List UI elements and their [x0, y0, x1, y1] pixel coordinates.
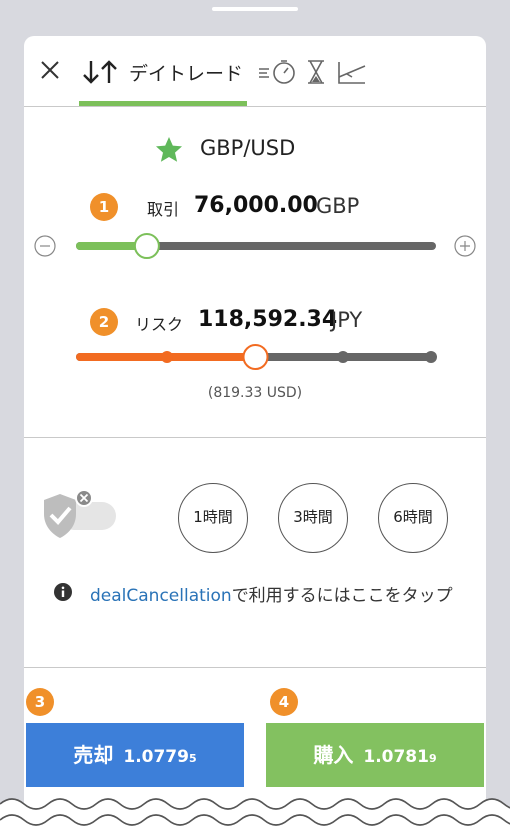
trade-size-slider[interactable]: [24, 230, 486, 262]
risk-unit: JPY: [331, 308, 363, 332]
risk-secondary-value: (819.33 USD): [207, 385, 303, 401]
sell-price: 1.0779: [123, 747, 189, 767]
time-option-6h[interactable]: 6時間: [378, 483, 448, 553]
torn-edge-decoration: [0, 798, 510, 835]
risk-slider[interactable]: [24, 341, 486, 373]
sort-arrows-icon: [83, 60, 117, 84]
time-option-3h[interactable]: 3時間: [278, 483, 348, 553]
close-icon[interactable]: [38, 58, 62, 82]
trade-ticket-screen: デイトレード GBP/USD 1 取引 76,000.00 GBP 2 リスク …: [24, 36, 486, 816]
risk-label: リスク: [135, 315, 184, 334]
risk-tick: [425, 351, 437, 363]
section-divider: [24, 667, 486, 668]
section-divider: [24, 437, 486, 438]
chart-limit-icon[interactable]: [336, 58, 368, 86]
trade-size-label: 取引: [147, 200, 180, 219]
plus-circle-icon[interactable]: [454, 235, 476, 257]
shield-check-icon[interactable]: [40, 488, 120, 548]
step-badge-3: 3: [26, 688, 54, 716]
risk-tick: [161, 351, 173, 363]
buy-price: 1.0781: [363, 747, 429, 767]
star-icon[interactable]: [154, 135, 184, 165]
instrument-name: GBP/USD: [200, 136, 296, 160]
info-icon: [54, 583, 72, 601]
risk-slider-thumb: [242, 344, 269, 370]
step-badge-2: 2: [90, 308, 118, 336]
tab-day-trade[interactable]: デイトレード: [79, 50, 247, 106]
trade-size-value: 76,000.00: [194, 193, 318, 218]
time-option-1h[interactable]: 1時間: [178, 483, 248, 553]
sell-button[interactable]: 売却 1.07795: [26, 723, 244, 787]
sell-price-pip: 5: [188, 752, 197, 765]
step-badge-4: 4: [270, 688, 298, 716]
ticket-header: デイトレード: [24, 36, 486, 107]
speaker-notch: [212, 7, 298, 11]
ladder-stopwatch-icon[interactable]: [256, 58, 302, 86]
buy-button[interactable]: 購入 1.07819: [266, 723, 484, 787]
hourglass-icon[interactable]: [305, 58, 327, 86]
active-tab-indicator: [79, 101, 247, 106]
deal-cancellation-link[interactable]: dealCancellation: [90, 586, 232, 606]
step-badge-1: 1: [90, 193, 118, 221]
trade-slider-thumb: [133, 233, 160, 259]
buy-label: 購入: [313, 743, 354, 767]
deal-cancellation-text: で利用するにはここをタップ: [231, 586, 453, 606]
risk-tick: [337, 351, 349, 363]
risk-value: 118,592.34: [198, 307, 338, 332]
trade-size-unit: GBP: [316, 194, 360, 218]
minus-circle-icon[interactable]: [34, 235, 56, 257]
sell-label: 売却: [73, 743, 114, 767]
phone-frame: デイトレード GBP/USD 1 取引 76,000.00 GBP 2 リスク …: [0, 0, 510, 835]
tab-day-trade-label: デイトレード: [129, 63, 244, 85]
buy-price-pip: 9: [428, 752, 437, 765]
